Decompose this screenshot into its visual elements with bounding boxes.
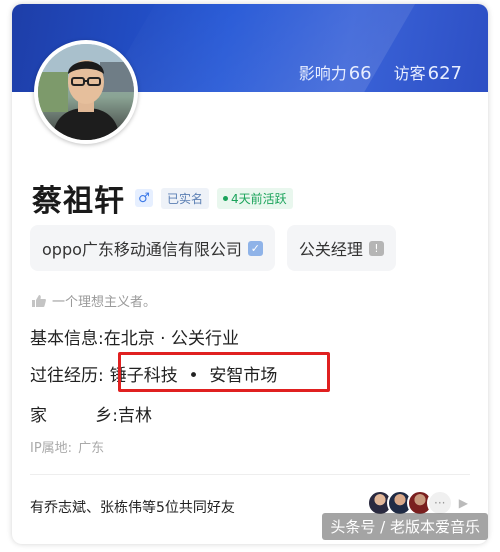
influence-value: 66 bbox=[348, 63, 372, 84]
hometown-row: 家 乡: 吉林 bbox=[30, 401, 152, 426]
basic-info-label: 基本信息: bbox=[30, 329, 104, 349]
company-chip[interactable]: oppo广东移动通信有限公司 ✓ bbox=[30, 225, 275, 271]
job-title-chip[interactable]: 公关经理 ! bbox=[286, 225, 396, 271]
visitors-label: 访客 bbox=[393, 64, 426, 83]
unverified-alert-icon: ! bbox=[368, 240, 384, 256]
visitors-value: 627 bbox=[427, 63, 462, 84]
male-icon: ♂ bbox=[135, 189, 153, 207]
person-photo-icon bbox=[38, 44, 134, 140]
mutual-friends-text[interactable]: 有乔志斌、张栋伟等5位共同好友 bbox=[30, 497, 235, 517]
company-name: oppo广东移动通信有限公司 bbox=[42, 240, 242, 259]
basic-info-row: 基本信息: 在北京 · 公关行业 bbox=[30, 324, 239, 349]
profile-card: 影响力 66 访客 627 蔡祖轩 ♂ 已实名 4天前活跃 oppo广东移动通信… bbox=[12, 4, 488, 544]
influence-label: 影响力 bbox=[298, 64, 347, 83]
work-chips: oppo广东移动通信有限公司 ✓ 公关经理 ! bbox=[30, 225, 396, 271]
ip-label: IP属地: bbox=[30, 441, 73, 456]
visitors-stat[interactable]: 访客 627 bbox=[394, 60, 462, 84]
past-experience-label: 过往经历: bbox=[30, 366, 104, 386]
watermark: 头条号 / 老版本爱音乐 bbox=[322, 513, 488, 540]
verified-badge: 已实名 bbox=[161, 187, 210, 209]
name-row: 蔡祖轩 ♂ 已实名 4天前活跃 bbox=[32, 176, 293, 220]
hometown-label-part1: 家 bbox=[30, 406, 47, 426]
active-dot-icon bbox=[223, 195, 229, 201]
hometown-value: 吉林 bbox=[118, 406, 152, 426]
divider bbox=[30, 474, 470, 475]
thumbs-up-icon bbox=[32, 294, 46, 307]
job-title: 公关经理 bbox=[298, 240, 363, 259]
avatar-photo bbox=[38, 44, 134, 140]
hometown-label: 家 乡: bbox=[30, 401, 118, 426]
active-badge: 4天前活跃 bbox=[217, 187, 293, 209]
ip-location: IP属地: 广东 bbox=[30, 437, 104, 456]
influence-stat[interactable]: 影响力 66 bbox=[299, 60, 372, 84]
profile-name: 蔡祖轩 bbox=[32, 184, 125, 219]
avatar[interactable] bbox=[34, 40, 138, 144]
profile-stats: 影响力 66 访客 627 bbox=[299, 60, 462, 84]
motto: 一个理想主义者。 bbox=[32, 291, 156, 310]
hometown-label-part2: 乡: bbox=[95, 406, 118, 426]
verified-check-icon: ✓ bbox=[247, 240, 263, 256]
basic-info-value: 在北京 · 公关行业 bbox=[103, 329, 239, 349]
chevron-right-icon: ▶ bbox=[458, 496, 468, 510]
active-badge-label: 4天前活跃 bbox=[231, 191, 287, 206]
ip-value: 广东 bbox=[78, 441, 105, 456]
highlight-annotation bbox=[118, 352, 330, 392]
motto-text: 一个理想主义者。 bbox=[52, 295, 157, 310]
